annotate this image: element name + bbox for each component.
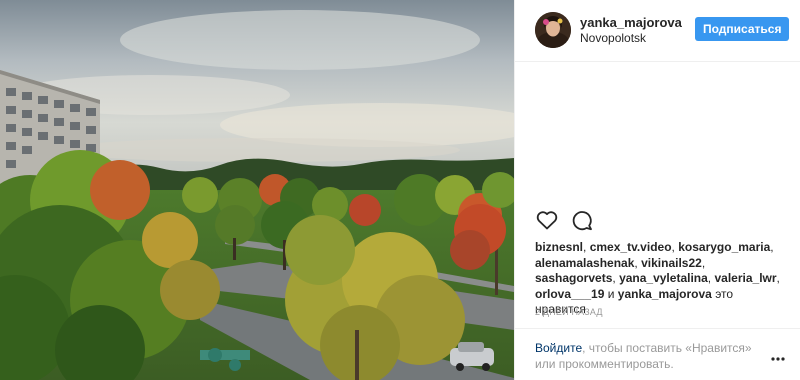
follow-button[interactable]: Подписаться xyxy=(695,17,790,41)
liker-username[interactable]: orlova___19 xyxy=(535,287,604,301)
likes-conjunction: и xyxy=(607,286,615,301)
more-options-icon[interactable] xyxy=(771,356,785,362)
login-link[interactable]: Войдите xyxy=(535,341,582,355)
liker-username[interactable]: cmex_tv.video xyxy=(590,240,672,254)
liker-username[interactable]: yanka_majorova xyxy=(618,287,712,301)
liker-username[interactable]: alenamalashenak xyxy=(535,256,634,270)
liker-username[interactable]: vikinails22 xyxy=(641,256,702,270)
post-location[interactable]: Novopolotsk xyxy=(580,31,646,45)
heart-icon[interactable] xyxy=(535,208,559,232)
liker-username[interactable]: valeria_lwr xyxy=(714,271,776,285)
author-username[interactable]: yanka_majorova xyxy=(580,15,682,30)
avatar[interactable] xyxy=(535,12,571,48)
liker-username[interactable]: sashagorvets xyxy=(535,271,612,285)
post-date[interactable]: 2 ДНЕЙ НАЗАД xyxy=(535,307,603,317)
post-photo[interactable] xyxy=(0,0,514,380)
autumn-landscape-image xyxy=(0,0,514,380)
likes-summary: biznesnl, cmex_tv.video, kosarygo_maria,… xyxy=(535,240,780,316)
liker-username[interactable]: kosarygo_maria xyxy=(678,240,770,254)
liker-username[interactable]: yana_vyletalina xyxy=(619,271,708,285)
comment-icon[interactable] xyxy=(570,208,594,232)
login-prompt: Войдите, чтобы поставить «Нравится» или … xyxy=(515,328,800,380)
liker-username[interactable]: biznesnl xyxy=(535,240,583,254)
post-sidebar: yanka_majorova Novopolotsk Подписаться b… xyxy=(514,0,800,380)
login-prompt-text: Войдите, чтобы поставить «Нравится» или … xyxy=(535,340,765,372)
post-header: yanka_majorova Novopolotsk Подписаться xyxy=(515,0,800,62)
avatar-image xyxy=(535,12,571,48)
